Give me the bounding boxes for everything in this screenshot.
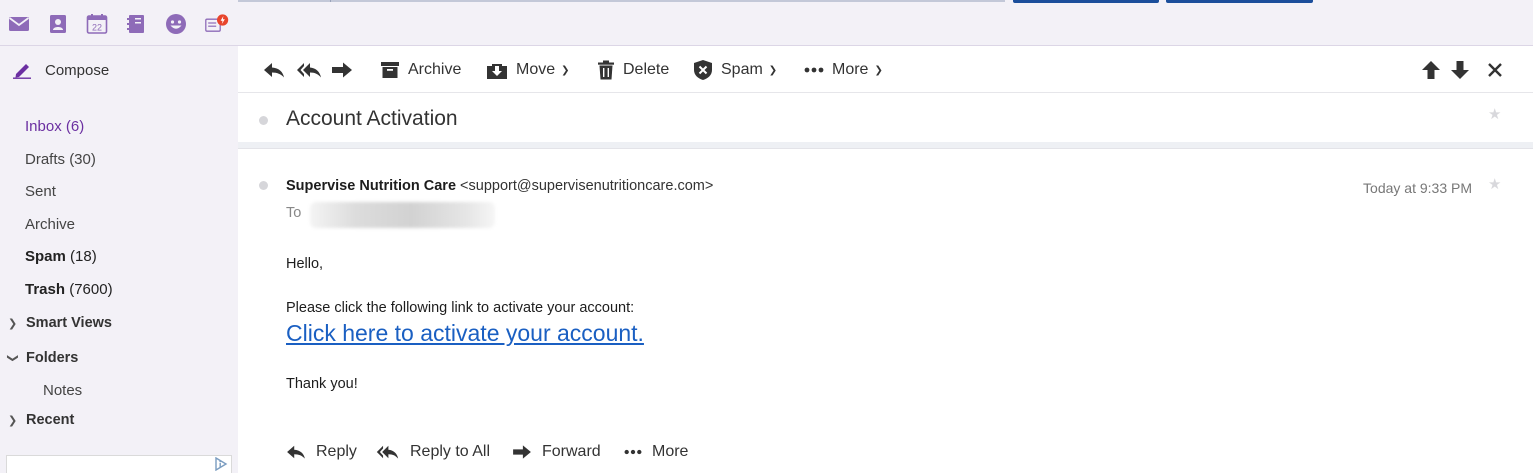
pencil-icon [13, 64, 31, 79]
more-actions-button[interactable]: More [624, 443, 688, 461]
chevron-down-icon: ❯ [874, 64, 883, 76]
app-switcher-bar: 22 [0, 0, 1533, 46]
message-actions: Reply Reply to All Forward More [238, 439, 1533, 469]
chevron-down-icon: ❯ [768, 64, 778, 76]
archive-icon [381, 62, 399, 78]
messenger-icon[interactable] [164, 12, 188, 36]
to-label: To [286, 205, 302, 221]
message-pane: Account Activation ★ Supervise Nutrition… [238, 92, 1533, 473]
sidebar-item-archive[interactable]: Archive [25, 216, 75, 233]
ad-panel[interactable] [6, 455, 232, 473]
sidebar-section-folders[interactable]: ❯ Folders [6, 350, 79, 366]
search-mail-button[interactable] [1013, 0, 1159, 3]
reply-all-icon [376, 445, 399, 459]
star-icon[interactable]: ★ [1488, 107, 1502, 122]
sidebar-item-inbox[interactable]: Inbox (6) [25, 118, 84, 135]
mail-icon[interactable] [7, 12, 31, 36]
chevron-down-icon: ❯ [6, 353, 19, 363]
sidebar-item-spam[interactable]: Spam (18) [25, 248, 97, 265]
sender-name: Supervise Nutrition Care [286, 178, 457, 194]
adchoices-icon[interactable] [214, 457, 228, 471]
search-web-button[interactable] [1166, 0, 1313, 3]
sidebar-section-smart-views[interactable]: ❯ Smart Views [8, 315, 112, 331]
close-icon[interactable] [1484, 59, 1506, 81]
sidebar-section-recent[interactable]: ❯ Recent [8, 412, 74, 428]
calendar-day: 22 [92, 23, 102, 33]
forward-icon[interactable] [331, 59, 353, 81]
forward-icon [513, 445, 531, 459]
chevron-right-icon: ❯ [8, 414, 18, 427]
sidebar-item-sent[interactable]: Sent [25, 183, 56, 200]
move-icon [487, 64, 507, 79]
more-button[interactable]: More ❯ [804, 57, 883, 83]
body-instruction: Please click the following link to activ… [286, 300, 635, 316]
sidebar-item-trash[interactable]: Trash (7600) [25, 281, 113, 298]
next-message-icon[interactable] [1449, 59, 1471, 81]
search-bar[interactable] [238, 0, 1005, 2]
sidebar: Compose Inbox (6) Drafts (30) Sent Archi… [0, 46, 238, 473]
spam-button[interactable]: Spam ❯ [693, 57, 777, 83]
body-greeting: Hello, [286, 256, 324, 272]
read-status-dot[interactable] [259, 116, 268, 125]
reply-button[interactable]: Reply [286, 443, 357, 461]
news-icon[interactable] [205, 12, 229, 36]
reply-all-button[interactable]: Reply to All [375, 443, 490, 461]
archive-button[interactable]: Archive [380, 57, 461, 83]
reply-icon [287, 445, 305, 459]
subject-header: Account Activation ★ [238, 92, 1533, 142]
recipient-redacted [310, 202, 495, 228]
move-button[interactable]: Move ❯ [486, 57, 570, 83]
chevron-right-icon: ❯ [8, 317, 18, 330]
notepad-icon[interactable] [124, 12, 148, 36]
forward-button[interactable]: Forward [512, 443, 601, 461]
sender[interactable]: Supervise Nutrition Care <support@superv… [286, 178, 713, 194]
read-status-dot[interactable] [259, 181, 268, 190]
message-date: Today at 9:33 PM [1363, 180, 1472, 196]
sidebar-item-drafts[interactable]: Drafts (30) [25, 151, 96, 168]
message-toolbar: Archive Move ❯ Delete Spam ❯ More ❯ [238, 46, 1533, 92]
delete-button[interactable]: Delete [597, 57, 669, 83]
body-closing: Thank you! [286, 376, 358, 392]
contacts-icon[interactable] [46, 12, 70, 36]
message-subject: Account Activation [286, 107, 458, 130]
compose-button[interactable]: Compose [12, 58, 109, 82]
more-dots-icon [624, 449, 642, 455]
chevron-down-icon: ❯ [561, 64, 570, 76]
sender-email: <support@supervisenutritioncare.com> [460, 178, 714, 194]
star-icon[interactable]: ★ [1488, 177, 1502, 192]
reply-icon[interactable] [263, 59, 285, 81]
trash-icon [598, 60, 614, 80]
previous-message-icon[interactable] [1420, 59, 1442, 81]
message-card: Supervise Nutrition Care <support@superv… [238, 148, 1533, 473]
calendar-icon[interactable]: 22 [85, 12, 109, 36]
shield-icon [694, 60, 712, 80]
sidebar-item-notes[interactable]: Notes [43, 382, 82, 399]
activation-link[interactable]: Click here to activate your account. [286, 320, 644, 347]
more-dots-icon [804, 67, 824, 73]
compose-label: Compose [45, 61, 110, 79]
reply-all-icon[interactable] [296, 59, 322, 81]
